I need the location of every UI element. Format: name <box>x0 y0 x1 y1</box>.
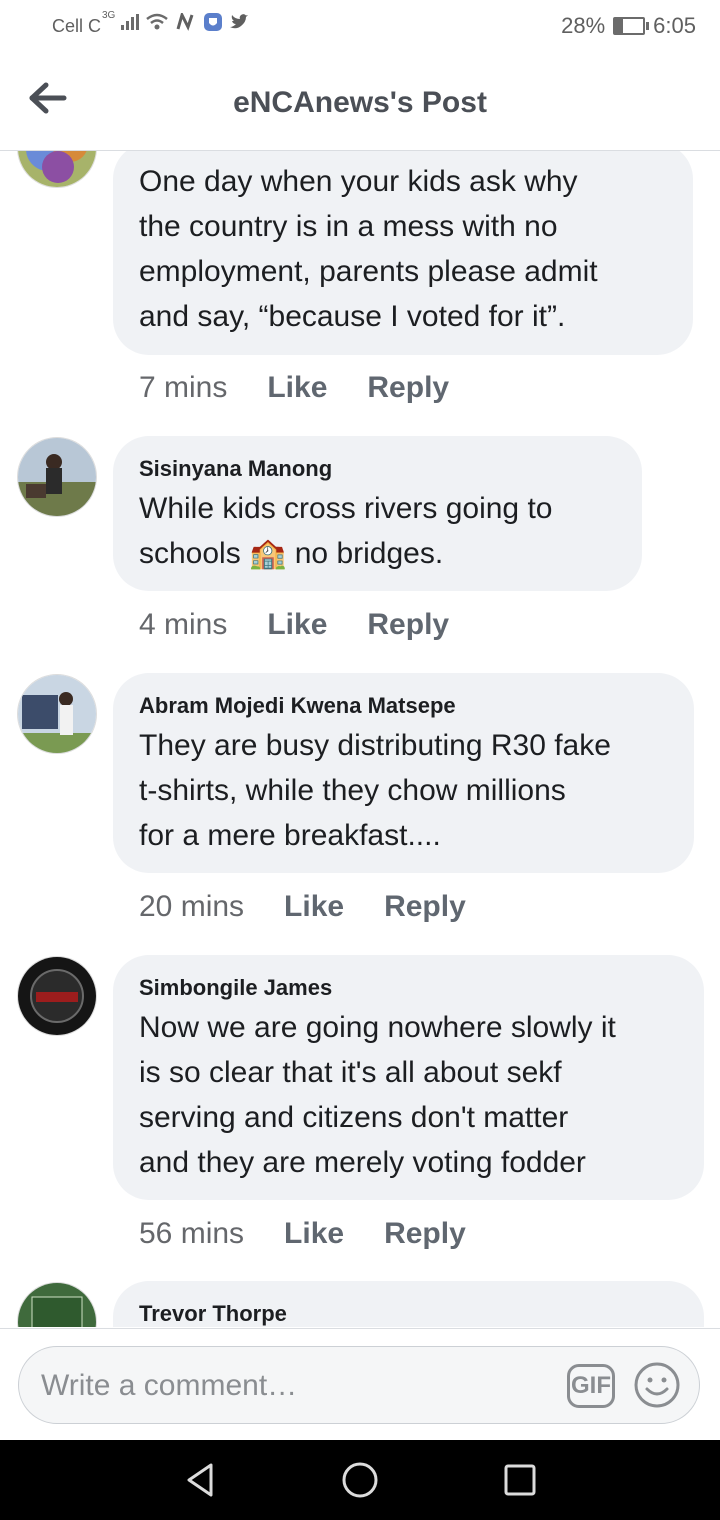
avatar[interactable] <box>17 956 97 1036</box>
comment-input-box[interactable]: Write a comment… GIF <box>18 1346 700 1424</box>
recents-square-icon <box>504 1464 536 1496</box>
comments-feed[interactable]: One day when your kids ask why the count… <box>0 151 720 1327</box>
avatar[interactable] <box>17 437 97 517</box>
smiley-icon <box>634 1362 680 1408</box>
comment-author[interactable]: Simbongile James <box>139 975 678 1001</box>
emoji-button[interactable] <box>633 1361 681 1409</box>
comment-bubble: Trevor Thorpe <box>113 1281 704 1327</box>
home-circle-icon <box>342 1462 378 1498</box>
comment-text: Now we are going nowhere slowly it is so… <box>139 1011 616 1179</box>
shield-icon <box>204 13 223 31</box>
comment-actions: 56 mins Like Reply <box>139 1217 466 1251</box>
comment-text: One day when your kids ask why the count… <box>139 165 598 333</box>
back-triangle-icon <box>187 1463 213 1497</box>
battery-level <box>615 19 623 33</box>
comment-author[interactable]: Abram Mojedi Kwena Matsepe <box>139 693 668 719</box>
comment-bubble: One day when your kids ask why the count… <box>113 151 693 355</box>
reply-button[interactable]: Reply <box>367 371 449 405</box>
gif-button[interactable]: GIF <box>567 1364 615 1408</box>
system-nav-bar <box>0 1440 720 1520</box>
avatar[interactable] <box>17 151 97 188</box>
reply-button[interactable]: Reply <box>384 1217 466 1251</box>
comment-time: 56 mins <box>139 1217 245 1250</box>
comment-time: 4 mins <box>139 608 228 641</box>
comment-actions: 20 mins Like Reply <box>139 890 466 924</box>
comment-time: 7 mins <box>139 371 228 404</box>
clock: 6:05 <box>653 13 696 38</box>
right-status: 28% 6:05 <box>561 13 696 39</box>
like-button[interactable]: Like <box>267 608 327 642</box>
nav-recents-button[interactable] <box>500 1460 540 1500</box>
carrier-label: Cell C <box>52 16 102 36</box>
reply-button[interactable]: Reply <box>384 890 466 924</box>
network-type: 3G <box>102 9 116 21</box>
comment-bubble: Abram Mojedi Kwena Matsepe They are busy… <box>113 673 694 873</box>
nfc-icon <box>176 13 194 31</box>
signal-icon <box>121 14 140 30</box>
reply-button[interactable]: Reply <box>367 608 449 642</box>
like-button[interactable]: Like <box>284 890 344 924</box>
comment-author[interactable]: Sisinyana Manong <box>139 456 616 482</box>
comment-text: While kids cross rivers going to schools… <box>139 492 553 570</box>
comment-composer: Write a comment… GIF <box>0 1328 720 1441</box>
comment-actions: 7 mins Like Reply <box>139 371 449 405</box>
comment-text: They are busy distributing R30 fake t-sh… <box>139 729 611 852</box>
twitter-icon <box>230 14 249 29</box>
status-icons: 3G <box>102 9 249 32</box>
comment-time: 20 mins <box>139 890 245 923</box>
wifi-icon <box>146 13 169 30</box>
comment-bubble: Sisinyana Manong While kids cross rivers… <box>113 436 642 591</box>
comment-author[interactable]: Trevor Thorpe <box>139 1301 678 1327</box>
comment-bubble: Simbongile James Now we are going nowher… <box>113 955 704 1200</box>
avatar[interactable] <box>17 1282 97 1327</box>
battery-percent: 28% <box>561 13 606 38</box>
post-header: eNCAnews's Post <box>0 56 720 151</box>
comment-actions: 4 mins Like Reply <box>139 608 449 642</box>
nav-home-button[interactable] <box>340 1460 380 1500</box>
status-bar: Cell C 3G 28% 6:05 <box>0 0 720 56</box>
avatar[interactable] <box>17 674 97 754</box>
page-title: eNCAnews's Post <box>233 86 487 119</box>
comment-input[interactable]: Write a comment… <box>41 1369 297 1403</box>
like-button[interactable]: Like <box>267 371 327 405</box>
like-button[interactable]: Like <box>284 1217 344 1251</box>
nav-back-button[interactable] <box>181 1460 221 1500</box>
battery-icon <box>613 17 650 35</box>
